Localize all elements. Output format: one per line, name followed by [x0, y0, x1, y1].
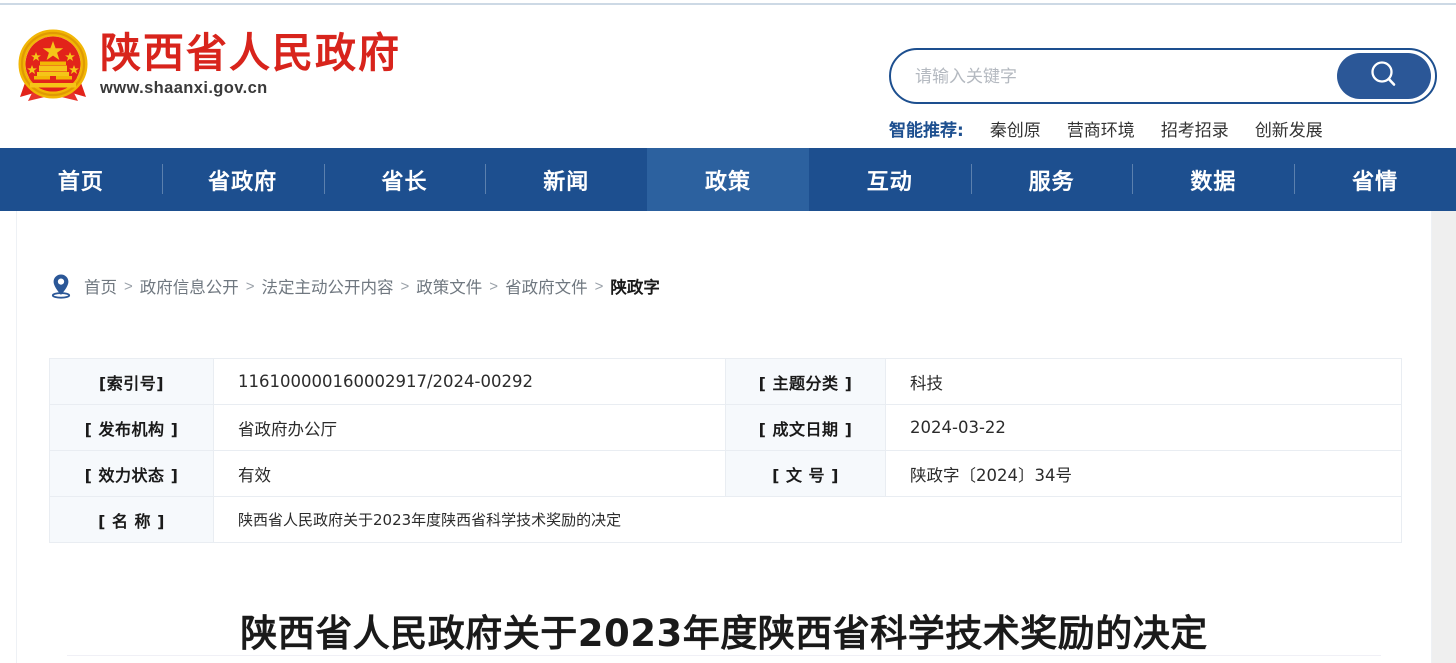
- meta-value-topic-category: 科技: [886, 359, 1402, 405]
- search-area: 智能推荐: 秦创原 营商环境 招考招录 创新发展: [889, 48, 1437, 104]
- meta-value-document-name: 陕西省人民政府关于2023年度陕西省科学技术奖励的决定: [214, 497, 1402, 543]
- reco-link-2[interactable]: 招考招录: [1161, 116, 1229, 141]
- main-navigation: 首页 省政府 省长 新闻 政策 互动 服务 数据 省情: [0, 148, 1456, 211]
- nav-item-service[interactable]: 服务: [971, 148, 1133, 211]
- meta-label-issuing-agency: [ 发布机构 ]: [50, 405, 214, 451]
- document-metadata-table: [索引号] 116100000160002917/2024-00292 [ 主题…: [49, 358, 1402, 543]
- breadcrumb-item-3[interactable]: 政策文件: [416, 274, 482, 298]
- meta-label-validity-status: [ 效力状态 ]: [50, 451, 214, 497]
- table-row: [索引号] 116100000160002917/2024-00292 [ 主题…: [50, 359, 1402, 405]
- title-divider: [67, 655, 1381, 656]
- site-logo-text: 陕西省人民政府 www.shaanxi.gov.cn: [100, 32, 401, 100]
- breadcrumb-separator-1: >: [246, 278, 255, 295]
- breadcrumb-item-1[interactable]: 政府信息公开: [140, 274, 239, 298]
- search-box[interactable]: [889, 48, 1437, 104]
- breadcrumb-separator-0: >: [124, 278, 133, 295]
- page-title: 陕西省人民政府关于2023年度陕西省科学技术奖励的决定: [17, 610, 1431, 658]
- breadcrumb-separator-2: >: [401, 278, 410, 295]
- breadcrumb-separator-4: >: [595, 278, 604, 295]
- nav-item-province-info[interactable]: 省情: [1294, 148, 1456, 211]
- breadcrumb-item-2[interactable]: 法定主动公开内容: [262, 274, 394, 298]
- breadcrumb-separator-3: >: [489, 278, 498, 295]
- meta-label-issue-date: [ 成文日期 ]: [726, 405, 886, 451]
- table-row: [ 名 称 ] 陕西省人民政府关于2023年度陕西省科学技术奖励的决定: [50, 497, 1402, 543]
- location-pin-icon: [50, 273, 72, 299]
- content-panel: 首页 > 政府信息公开 > 法定主动公开内容 > 政策文件 > 省政府文件 > …: [16, 211, 1432, 663]
- nav-item-interaction[interactable]: 互动: [809, 148, 971, 211]
- meta-value-document-number: 陕政字〔2024〕34号: [886, 451, 1402, 497]
- breadcrumb-item-current: 陕政字: [610, 274, 660, 298]
- search-button[interactable]: [1337, 53, 1431, 99]
- meta-label-document-number: [ 文 号 ]: [726, 451, 886, 497]
- meta-label-document-name: [ 名 称 ]: [50, 497, 214, 543]
- nav-item-data[interactable]: 数据: [1132, 148, 1294, 211]
- meta-label-topic-category: [ 主题分类 ]: [726, 359, 886, 405]
- page-root: 陕西省人民政府 www.shaanxi.gov.cn 智能推荐:: [0, 0, 1456, 663]
- table-row: [ 发布机构 ] 省政府办公厅 [ 成文日期 ] 2024-03-22: [50, 405, 1402, 451]
- china-national-emblem-icon: [14, 27, 92, 105]
- recommend-label: 智能推荐:: [889, 116, 964, 141]
- site-header: 陕西省人民政府 www.shaanxi.gov.cn 智能推荐:: [0, 5, 1456, 148]
- meta-value-issue-date: 2024-03-22: [886, 405, 1402, 451]
- nav-item-governor[interactable]: 省长: [324, 148, 486, 211]
- site-logo-link[interactable]: 陕西省人民政府 www.shaanxi.gov.cn: [14, 27, 401, 105]
- meta-label-index-number: [索引号]: [50, 359, 214, 405]
- meta-value-validity-status: 有效: [214, 451, 726, 497]
- site-name: 陕西省人民政府: [100, 32, 401, 75]
- scrollbar-track[interactable]: [1432, 211, 1456, 663]
- nav-item-news[interactable]: 新闻: [485, 148, 647, 211]
- nav-item-province-gov[interactable]: 省政府: [162, 148, 324, 211]
- breadcrumb: 首页 > 政府信息公开 > 法定主动公开内容 > 政策文件 > 省政府文件 > …: [50, 273, 660, 299]
- nav-item-policy[interactable]: 政策: [647, 148, 809, 211]
- site-url: www.shaanxi.gov.cn: [100, 79, 401, 98]
- reco-link-1[interactable]: 营商环境: [1067, 116, 1135, 141]
- meta-value-index-number: 116100000160002917/2024-00292: [214, 359, 726, 405]
- meta-value-issuing-agency: 省政府办公厅: [214, 405, 726, 451]
- reco-link-3[interactable]: 创新发展: [1255, 116, 1323, 141]
- smart-recommendations: 智能推荐: 秦创原 营商环境 招考招录 创新发展: [889, 116, 1323, 141]
- search-icon: [1367, 58, 1401, 95]
- search-input[interactable]: [913, 50, 1337, 104]
- table-row: [ 效力状态 ] 有效 [ 文 号 ] 陕政字〔2024〕34号: [50, 451, 1402, 497]
- breadcrumb-item-0[interactable]: 首页: [84, 274, 117, 298]
- breadcrumb-item-4[interactable]: 省政府文件: [505, 274, 588, 298]
- nav-item-home[interactable]: 首页: [0, 148, 162, 211]
- reco-link-0[interactable]: 秦创原: [990, 116, 1041, 141]
